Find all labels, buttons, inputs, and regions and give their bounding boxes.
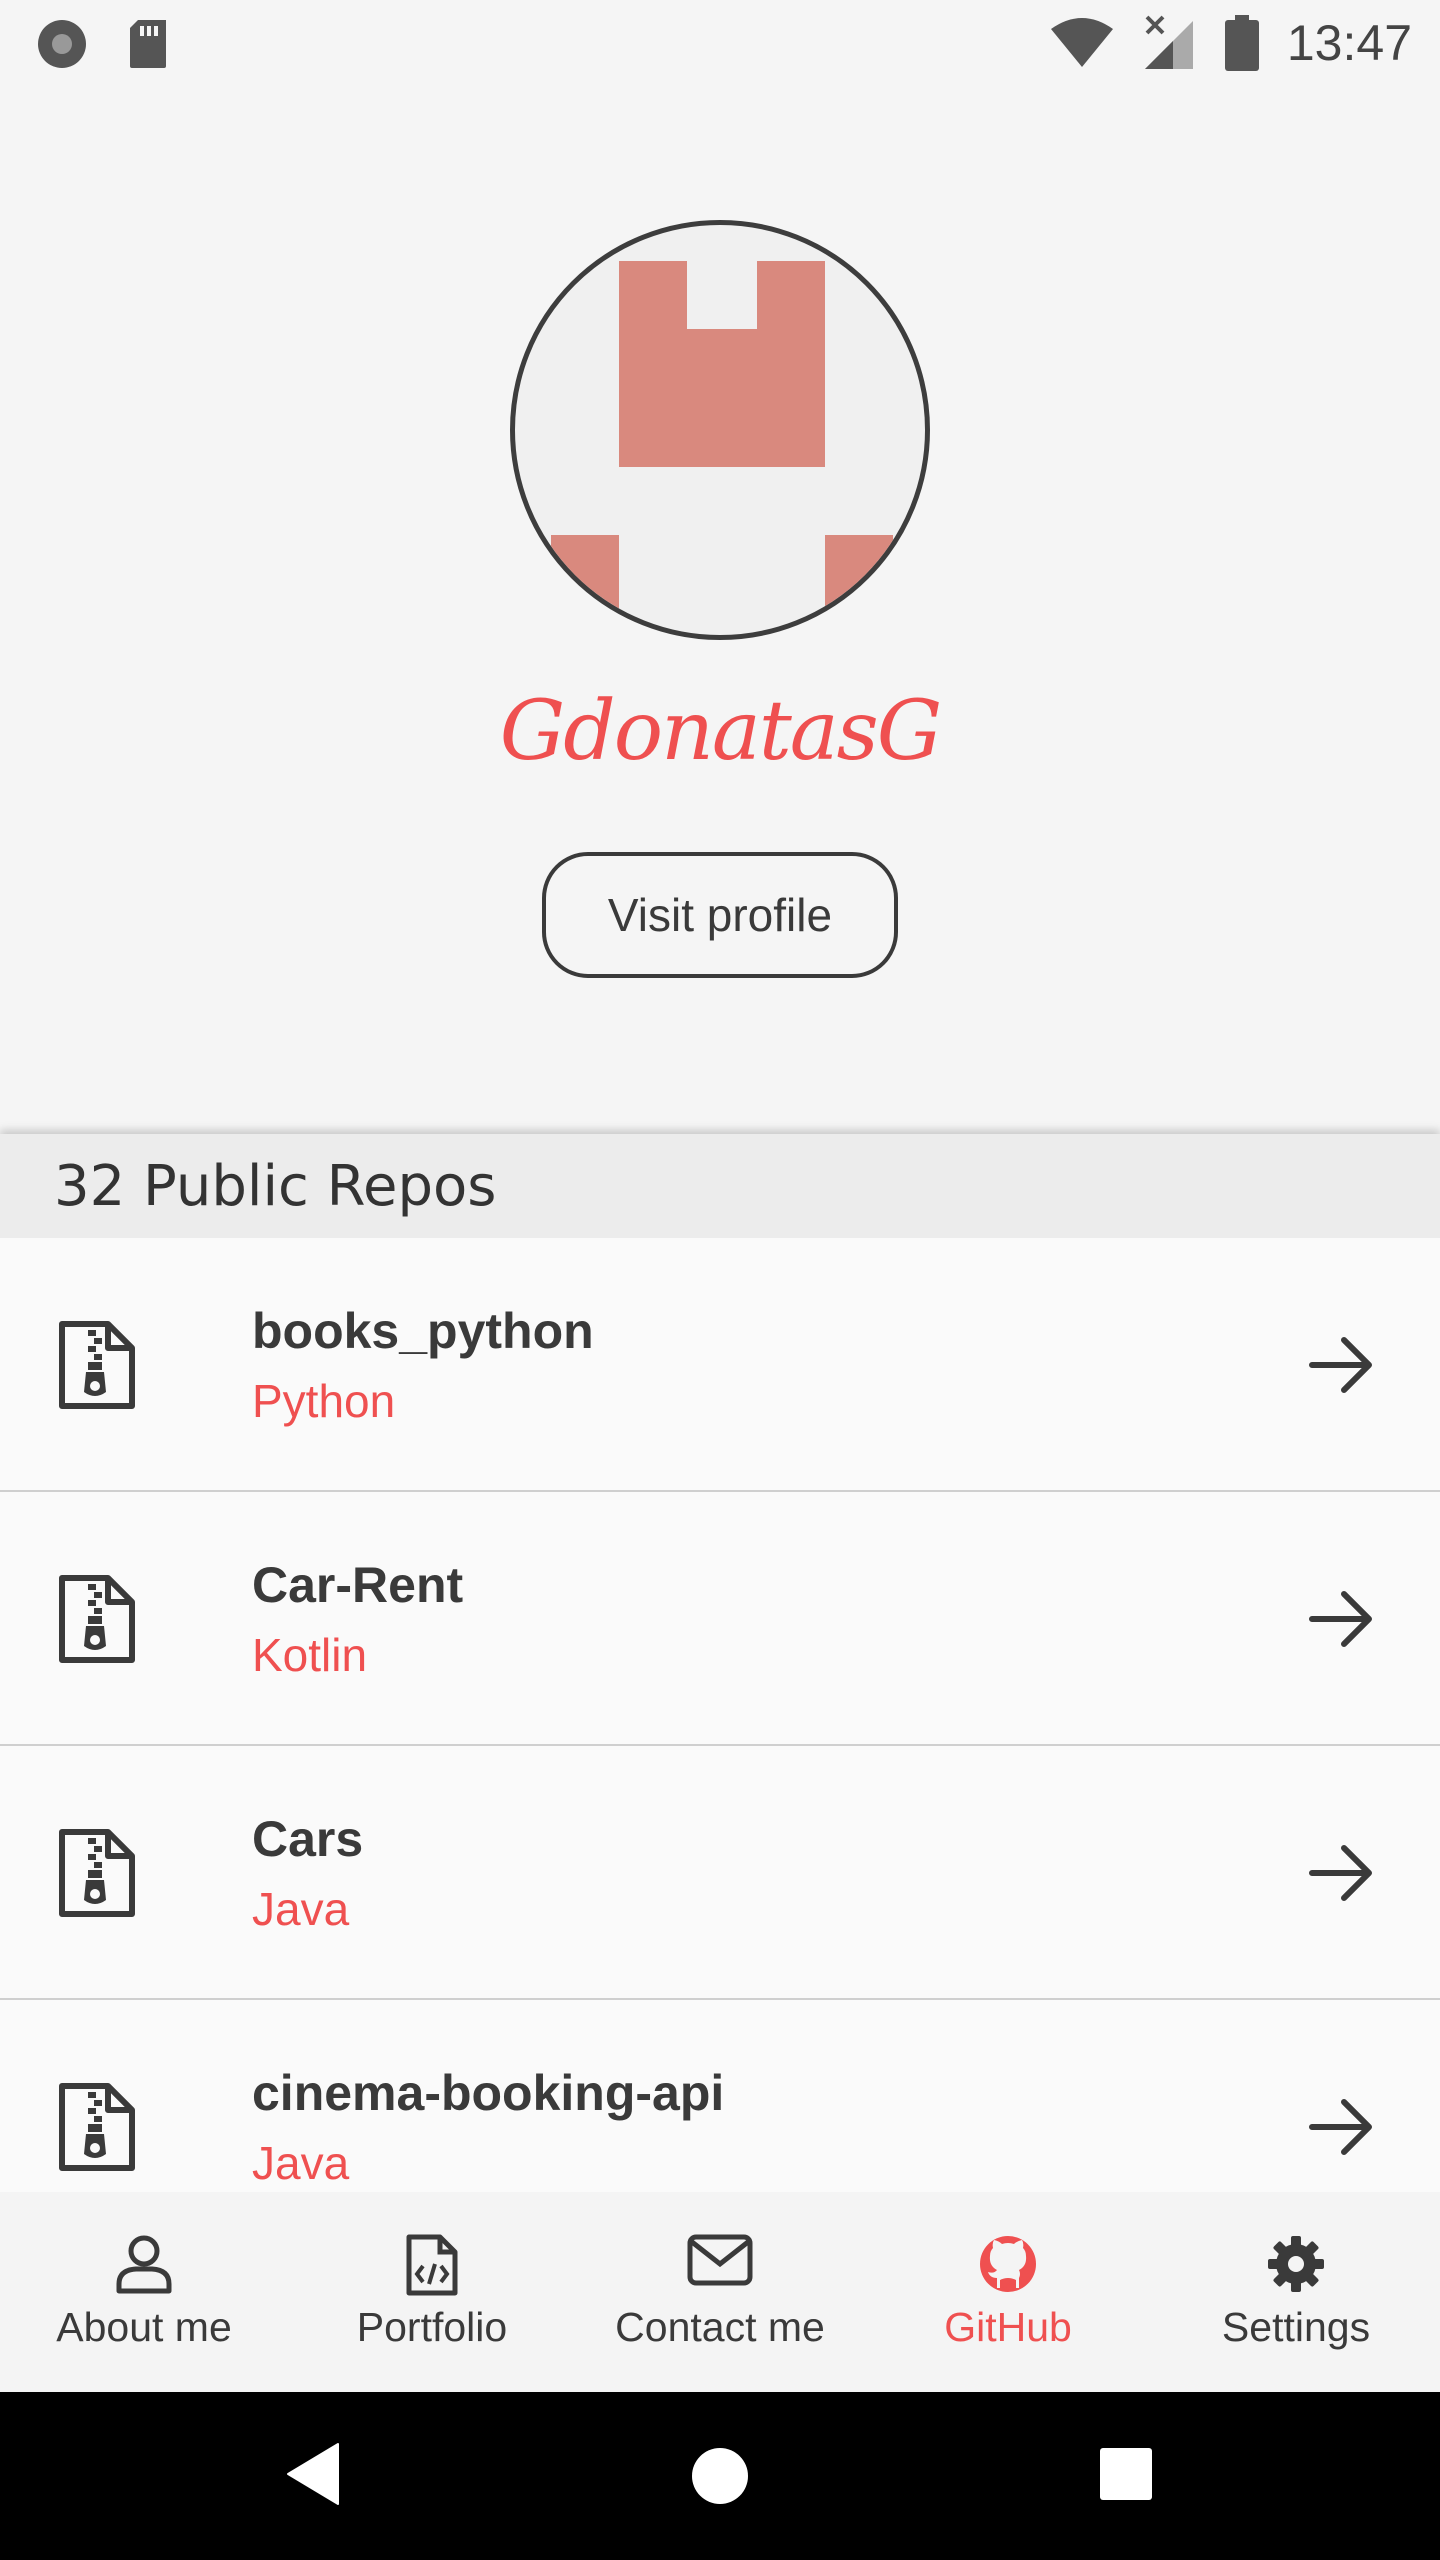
repo-name: Car-Rent [252, 1557, 464, 1613]
nav-label: About me [56, 2304, 232, 2350]
profile-section: GdonatasG Visit profile [0, 84, 1440, 1134]
repos-count-label: 32 Public Repos [54, 1154, 497, 1219]
nav-label: Contact me [615, 2304, 825, 2350]
zip-file-icon [59, 1829, 135, 1917]
repo-list-item[interactable]: cinema-booking-api Java [0, 2000, 1440, 2192]
gear-icon [1268, 2236, 1324, 2292]
avatar [510, 220, 930, 640]
person-icon [116, 2235, 172, 2294]
arrow-right-icon[interactable] [1306, 1330, 1376, 1400]
sd-card-icon [130, 20, 166, 68]
repo-language: Kotlin [252, 1629, 368, 1681]
status-time: 13:47 [1286, 15, 1412, 71]
cell-signal-icon [1144, 15, 1193, 69]
envelope-icon [687, 2234, 753, 2286]
nav-item-contact-me[interactable]: Contact me [576, 2192, 864, 2392]
home-icon[interactable] [690, 2446, 750, 2506]
repo-name: Cars [252, 1811, 364, 1867]
repos-count-header: 32 Public Repos [0, 1134, 1440, 1238]
status-left-icons [36, 18, 170, 70]
zip-file-icon [59, 1321, 135, 1409]
repo-language: Java [252, 1883, 350, 1935]
zip-file-icon [59, 2083, 135, 2171]
nav-label: Portfolio [356, 2304, 508, 2350]
arrow-right-icon[interactable] [1306, 1584, 1376, 1654]
status-right-icons: 13:47 [1049, 14, 1412, 72]
arrow-right-icon[interactable] [1306, 1838, 1376, 1908]
recents-icon[interactable] [1098, 2446, 1154, 2502]
repo-list-item[interactable]: Car-Rent Kotlin [0, 1492, 1440, 1746]
system-navigation-bar [0, 2392, 1440, 2560]
code-file-icon [406, 2234, 458, 2296]
repo-list[interactable]: books_python Python Car-Rent Kotlin Cars… [0, 1238, 1440, 2192]
repo-name: books_python [252, 1303, 594, 1359]
record-indicator-icon [38, 20, 86, 68]
bottom-navigation: About me Portfolio Contact me GitHub Set… [0, 2192, 1440, 2392]
wifi-icon [1050, 18, 1113, 67]
visit-profile-button[interactable]: Visit profile [542, 852, 898, 978]
nav-item-portfolio[interactable]: Portfolio [288, 2192, 576, 2392]
nav-item-github[interactable]: GitHub [864, 2192, 1152, 2392]
back-icon[interactable] [286, 2442, 340, 2506]
nav-label: Settings [1221, 2304, 1371, 2350]
nav-label: GitHub [944, 2304, 1072, 2350]
github-icon [980, 2236, 1036, 2292]
arrow-right-icon[interactable] [1306, 2092, 1376, 2162]
repo-list-item[interactable]: Cars Java [0, 1746, 1440, 2000]
zip-file-icon [59, 1575, 135, 1663]
battery-icon [1224, 15, 1259, 71]
repo-list-item[interactable]: books_python Python [0, 1238, 1440, 1492]
nav-item-settings[interactable]: Settings [1152, 2192, 1440, 2392]
repo-language: Java [252, 2137, 350, 2189]
nav-item-about-me[interactable]: About me [0, 2192, 288, 2392]
status-bar: 13:47 [0, 0, 1440, 84]
identicon-image [551, 261, 893, 635]
repo-name: cinema-booking-api [252, 2065, 725, 2121]
username: GdonatasG [499, 684, 943, 779]
repo-language: Python [252, 1375, 396, 1427]
